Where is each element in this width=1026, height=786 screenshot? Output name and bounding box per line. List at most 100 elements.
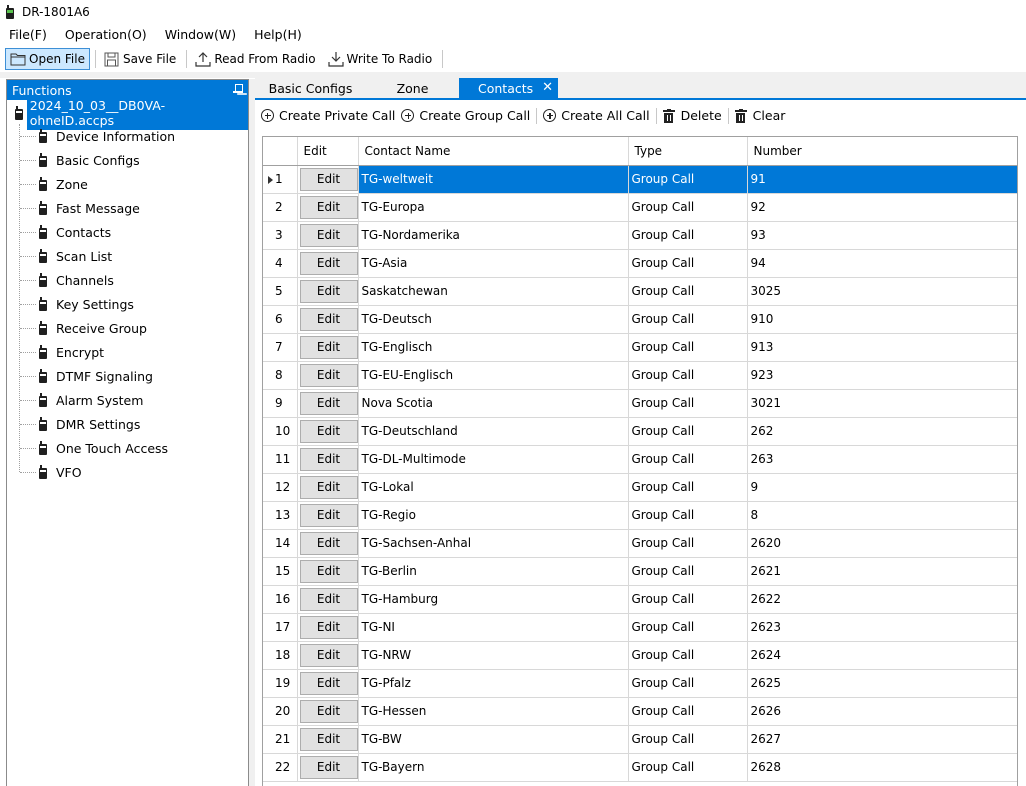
table-row[interactable]: 20 Edit TG-Hessen Group Call 2626 (263, 697, 1017, 726)
table-row[interactable]: 9 Edit Nova Scotia Group Call 3021 (263, 389, 1017, 418)
number-cell[interactable]: 93 (747, 221, 1017, 250)
tree-item-device-information[interactable]: Device Information (7, 124, 248, 148)
number-cell[interactable]: 2621 (747, 557, 1017, 586)
menu-help[interactable]: Help(H) (245, 24, 311, 46)
table-row[interactable]: 18 Edit TG-NRW Group Call 2624 (263, 641, 1017, 670)
contact-name-cell[interactable]: TG-NI (358, 613, 629, 642)
contact-name-cell[interactable]: TG-NRW (358, 641, 629, 670)
save-file-button[interactable]: Save File (99, 48, 181, 70)
tree-item-basic-configs[interactable]: Basic Configs (7, 148, 248, 172)
column-header-number[interactable]: Number (747, 137, 1017, 166)
type-cell[interactable]: Group Call (628, 613, 748, 642)
create-group-call-button[interactable]: Create Group Call (398, 105, 533, 127)
tree-item-alarm-system[interactable]: Alarm System (7, 388, 248, 412)
type-cell[interactable]: Group Call (628, 361, 748, 390)
edit-button[interactable]: Edit (299, 671, 357, 695)
row-header[interactable]: 4 (263, 249, 298, 278)
table-row[interactable]: 13 Edit TG-Regio Group Call 8 (263, 501, 1017, 530)
row-header[interactable]: 21 (263, 725, 298, 754)
type-cell[interactable]: Group Call (628, 585, 748, 614)
row-header[interactable]: 12 (263, 473, 298, 502)
table-row[interactable]: 15 Edit TG-Berlin Group Call 2621 (263, 557, 1017, 586)
number-cell[interactable]: 910 (747, 305, 1017, 334)
row-header[interactable]: 11 (263, 445, 298, 474)
edit-button[interactable]: Edit (299, 363, 357, 387)
contact-name-cell[interactable]: TG-DL-Multimode (358, 445, 629, 474)
table-row[interactable]: 6 Edit TG-Deutsch Group Call 910 (263, 305, 1017, 334)
tree-item-vfo[interactable]: VFO (7, 460, 248, 484)
tree-item-key-settings[interactable]: Key Settings (7, 292, 248, 316)
contact-name-cell[interactable]: TG-Hessen (358, 697, 629, 726)
tree-item-dmr-settings[interactable]: DMR Settings (7, 412, 248, 436)
row-header[interactable]: 5 (263, 277, 298, 306)
row-header[interactable]: 6 (263, 305, 298, 334)
edit-button[interactable]: Edit (299, 643, 357, 667)
number-cell[interactable]: 3021 (747, 389, 1017, 418)
delete-button[interactable]: Delete (660, 105, 725, 127)
contact-name-cell[interactable]: TG-Lokal (358, 473, 629, 502)
row-header[interactable]: 17 (263, 613, 298, 642)
edit-button[interactable]: Edit (299, 251, 357, 275)
column-header-contact-name[interactable]: Contact Name (358, 137, 629, 166)
tree-item-channels[interactable]: Channels (7, 268, 248, 292)
type-cell[interactable]: Group Call (628, 669, 748, 698)
edit-button[interactable]: Edit (299, 615, 357, 639)
number-cell[interactable]: 923 (747, 361, 1017, 390)
number-cell[interactable]: 2628 (747, 753, 1017, 782)
number-cell[interactable]: 2620 (747, 529, 1017, 558)
row-header[interactable]: 18 (263, 641, 298, 670)
contact-name-cell[interactable]: TG-Nordamerika (358, 221, 629, 250)
close-icon[interactable]: ✕ (542, 80, 553, 96)
number-cell[interactable]: 94 (747, 249, 1017, 278)
row-header[interactable]: 19 (263, 669, 298, 698)
number-cell[interactable]: 2626 (747, 697, 1017, 726)
row-header[interactable]: 16 (263, 585, 298, 614)
row-header[interactable]: 9 (263, 389, 298, 418)
edit-button[interactable]: Edit (299, 559, 357, 583)
number-cell[interactable]: 2625 (747, 669, 1017, 698)
number-cell[interactable]: 263 (747, 445, 1017, 474)
table-row[interactable]: 22 Edit TG-Bayern Group Call 2628 (263, 753, 1017, 782)
tree-item-receive-group[interactable]: Receive Group (7, 316, 248, 340)
table-row[interactable]: 16 Edit TG-Hamburg Group Call 2622 (263, 585, 1017, 614)
edit-button[interactable]: Edit (299, 419, 357, 443)
number-cell[interactable]: 8 (747, 501, 1017, 530)
contact-name-cell[interactable]: TG-Englisch (358, 333, 629, 362)
edit-button[interactable]: Edit (299, 531, 357, 555)
number-cell[interactable]: 913 (747, 333, 1017, 362)
row-header[interactable]: 7 (263, 333, 298, 362)
table-row[interactable]: 10 Edit TG-Deutschland Group Call 262 (263, 417, 1017, 446)
contact-name-cell[interactable]: Saskatchewan (358, 277, 629, 306)
column-header-edit[interactable]: Edit (297, 137, 359, 166)
tab-basic-configs[interactable]: Basic Configs (255, 78, 366, 98)
number-cell[interactable]: 2627 (747, 725, 1017, 754)
tree-item-zone[interactable]: Zone (7, 172, 248, 196)
write-to-radio-button[interactable]: Write To Radio (323, 48, 438, 70)
edit-button[interactable]: Edit (299, 167, 357, 191)
contact-name-cell[interactable]: Nova Scotia (358, 389, 629, 418)
contact-name-cell[interactable]: TG-Regio (358, 501, 629, 530)
tab-zone[interactable]: Zone (366, 78, 459, 98)
contact-name-cell[interactable]: TG-weltweit (358, 165, 629, 194)
panel-splitter[interactable] (249, 79, 255, 786)
contact-name-cell[interactable]: TG-Bayern (358, 753, 629, 782)
table-row[interactable]: 12 Edit TG-Lokal Group Call 9 (263, 473, 1017, 502)
row-header[interactable]: 22 (263, 753, 298, 782)
type-cell[interactable]: Group Call (628, 501, 748, 530)
tree-item-one-touch-access[interactable]: One Touch Access (7, 436, 248, 460)
row-header[interactable]: 20 (263, 697, 298, 726)
edit-button[interactable]: Edit (299, 223, 357, 247)
table-row[interactable]: 11 Edit TG-DL-Multimode Group Call 263 (263, 445, 1017, 474)
menu-window[interactable]: Window(W) (156, 24, 245, 46)
edit-button[interactable]: Edit (299, 475, 357, 499)
row-header[interactable]: 2 (263, 193, 298, 222)
type-cell[interactable]: Group Call (628, 753, 748, 782)
edit-button[interactable]: Edit (299, 447, 357, 471)
type-cell[interactable]: Group Call (628, 277, 748, 306)
menu-file[interactable]: File(F) (0, 24, 56, 46)
table-row[interactable]: 1 Edit TG-weltweit Group Call 91 (263, 165, 1017, 194)
menu-operation[interactable]: Operation(O) (56, 24, 156, 46)
row-header[interactable]: 14 (263, 529, 298, 558)
type-cell[interactable]: Group Call (628, 417, 748, 446)
edit-button[interactable]: Edit (299, 699, 357, 723)
